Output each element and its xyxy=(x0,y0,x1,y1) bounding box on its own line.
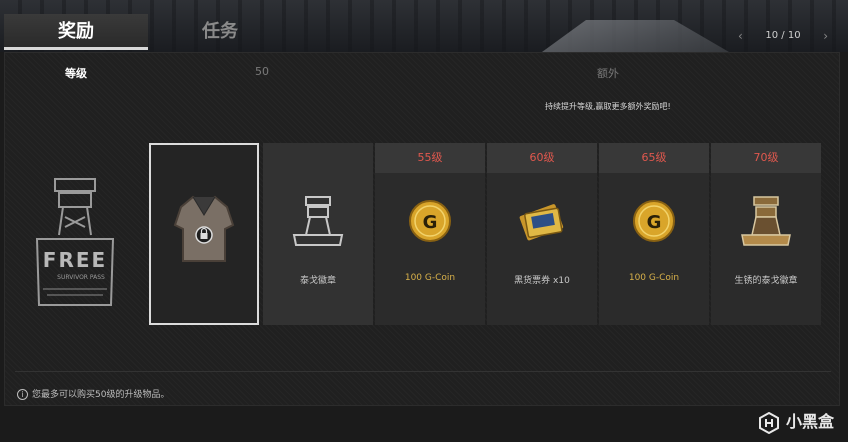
background-roof xyxy=(542,20,729,52)
reward-card-4[interactable]: 65级 G 100 G-Coin xyxy=(599,143,709,325)
header-50: 50 xyxy=(255,65,269,78)
watermark-text: 小黑盒 xyxy=(785,412,834,431)
reward-card-5[interactable]: 70级 生锈的泰戈徽章 xyxy=(711,143,821,325)
reward-card-3[interactable]: 60级 黑货票券 x10 xyxy=(487,143,597,325)
free-label: FREE xyxy=(43,248,107,272)
reward-level: 55级 xyxy=(375,143,485,173)
free-sub-label: SURVIVOR PASS xyxy=(57,274,105,281)
heybox-logo-icon xyxy=(759,411,780,434)
reward-card-1[interactable]: 泰戈徽章 xyxy=(263,143,373,325)
pager-count: 10 / 10 xyxy=(765,30,801,41)
reward-name: 泰戈徽章 xyxy=(299,276,336,286)
tab-rewards[interactable]: 奖励 xyxy=(4,14,148,50)
reward-name: 100 G-Coin xyxy=(628,273,680,283)
reward-level: 70级 xyxy=(711,143,821,173)
reward-name: 100 G-Coin xyxy=(404,273,456,283)
info-icon: i xyxy=(17,389,28,400)
pager: ‹ 10 / 10 › xyxy=(738,26,828,46)
reward-level: 60级 xyxy=(487,143,597,173)
tower-logo-icon: FREE SURVIVOR PASS xyxy=(35,178,115,306)
reward-name: 生锈的泰戈徽章 xyxy=(734,276,798,286)
footnote-text: 您最多可以购买50级的升级物品。 xyxy=(32,390,170,400)
svg-text:G: G xyxy=(647,212,662,233)
shirt-icon xyxy=(173,195,235,262)
free-pass-badge: FREE SURVIVOR PASS xyxy=(25,169,125,319)
tower-emblem-icon xyxy=(292,196,344,246)
ticket-icon xyxy=(519,204,564,241)
reward-level xyxy=(263,143,373,173)
hint-text: 持续提升等级,赢取更多额外奖励吧! xyxy=(545,102,671,111)
header-extra: 额外 xyxy=(597,67,619,80)
g-coin-icon: G xyxy=(633,200,675,242)
header-level: 等级 xyxy=(65,67,87,80)
tab-missions[interactable]: 任务 xyxy=(180,14,260,50)
reward-card-2[interactable]: 55级 G 100 G-Coin xyxy=(375,143,485,325)
reward-name: 黑货票券 x10 xyxy=(514,276,570,286)
g-coin-icon: G xyxy=(409,200,451,242)
rewards-panel: 等级 50 额外 持续提升等级,赢取更多额外奖励吧! FREE SURVIVOR… xyxy=(4,52,840,406)
selected-reward-card[interactable] xyxy=(149,143,259,325)
rusty-tower-emblem-icon xyxy=(741,196,791,246)
divider xyxy=(15,371,831,372)
pager-next-button[interactable]: › xyxy=(823,26,828,46)
footnote: i 您最多可以购买50级的升级物品。 xyxy=(17,387,169,400)
svg-text:G: G xyxy=(423,212,438,233)
reward-level: 65级 xyxy=(599,143,709,173)
watermark: 小黑盒 xyxy=(758,408,834,434)
